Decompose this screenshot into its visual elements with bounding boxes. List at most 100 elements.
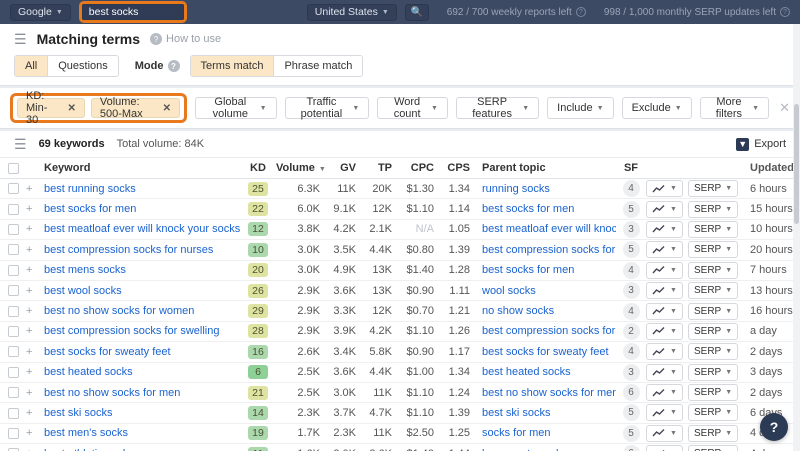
serp-dropdown-button[interactable]: SERP▼ xyxy=(688,200,739,218)
add-to-list-icon[interactable]: + xyxy=(26,223,44,235)
column-header-parent-topic[interactable]: Parent topic xyxy=(470,162,616,174)
trend-chart-button[interactable]: ▼ xyxy=(646,343,683,361)
add-to-list-icon[interactable]: + xyxy=(26,366,44,378)
tab-terms-match[interactable]: Terms match xyxy=(190,56,275,76)
country-dropdown[interactable]: United States ▼ xyxy=(306,3,397,21)
add-to-list-icon[interactable]: + xyxy=(26,305,44,317)
keyword-link[interactable]: best meatloaf ever will knock your socks… xyxy=(44,223,240,235)
parent-topic-link[interactable]: best compression socks for swelling xyxy=(470,325,616,337)
trend-chart-button[interactable]: ▼ xyxy=(646,404,683,422)
serp-dropdown-button[interactable]: SERP▼ xyxy=(688,404,739,422)
add-to-list-icon[interactable]: + xyxy=(26,346,44,358)
trend-chart-button[interactable]: ▼ xyxy=(646,302,683,320)
column-header-tp[interactable]: TP xyxy=(356,162,392,174)
keyword-search-input[interactable] xyxy=(81,4,184,20)
keyword-link[interactable]: best running socks xyxy=(44,183,240,195)
trend-chart-button[interactable]: ▼ xyxy=(646,261,683,279)
trend-chart-button[interactable]: ▼ xyxy=(646,220,683,238)
column-header-keyword[interactable]: Keyword xyxy=(44,162,240,174)
column-header-gv[interactable]: GV xyxy=(320,162,356,174)
trend-chart-button[interactable]: ▼ xyxy=(646,384,683,402)
add-to-list-icon[interactable]: + xyxy=(26,387,44,399)
row-checkbox[interactable] xyxy=(8,387,19,399)
help-button[interactable]: ? xyxy=(760,413,788,441)
tab-phrase-match[interactable]: Phrase match xyxy=(274,56,363,76)
serp-dropdown-button[interactable]: SERP▼ xyxy=(688,220,739,238)
keyword-link[interactable]: best socks for men xyxy=(44,203,240,215)
serp-dropdown-button[interactable]: SERP▼ xyxy=(688,261,739,279)
filter-exclude[interactable]: Exclude ▼ xyxy=(621,97,692,119)
keyword-link[interactable]: best wool socks xyxy=(44,285,240,297)
parent-topic-link[interactable]: best compression socks for nurses xyxy=(470,244,616,256)
how-to-use-link[interactable]: ? How to use xyxy=(150,33,221,45)
parent-topic-link[interactable]: best socks for men xyxy=(470,264,616,276)
keyword-link[interactable]: best no show socks for men xyxy=(44,387,240,399)
search-engine-dropdown[interactable]: Google ▼ xyxy=(10,3,71,21)
filter-include[interactable]: Include ▼ xyxy=(547,97,614,119)
serp-dropdown-button[interactable]: SERP▼ xyxy=(688,384,739,402)
parent-topic-link[interactable]: best socks for sweaty feet xyxy=(470,346,616,358)
parent-topic-link[interactable]: running socks xyxy=(470,183,616,195)
parent-topic-link[interactable]: best heated socks xyxy=(470,366,616,378)
serp-dropdown-button[interactable]: SERP▼ xyxy=(688,282,739,300)
trend-chart-button[interactable]: ▼ xyxy=(646,180,683,198)
trend-chart-button[interactable]: ▼ xyxy=(646,424,683,442)
trend-chart-button[interactable]: ▼ xyxy=(646,200,683,218)
add-to-list-icon[interactable]: + xyxy=(26,264,44,276)
column-header-kd[interactable]: KD xyxy=(240,162,276,174)
trend-chart-button[interactable]: ▼ xyxy=(646,282,683,300)
row-checkbox[interactable] xyxy=(8,326,19,338)
scrollbar-thumb[interactable] xyxy=(794,104,799,224)
add-to-list-icon[interactable]: + xyxy=(26,407,44,419)
keyword-link[interactable]: best socks for sweaty feet xyxy=(44,346,240,358)
add-to-list-icon[interactable]: + xyxy=(26,285,44,297)
row-checkbox[interactable] xyxy=(8,285,19,297)
column-header-volume[interactable]: Volume ▼ xyxy=(276,162,326,174)
filter-chip-kd[interactable]: KD: Min-30 ✕ xyxy=(17,90,85,126)
row-checkbox[interactable] xyxy=(8,264,19,276)
list-options-icon[interactable]: ☰ xyxy=(14,137,27,151)
parent-topic-link[interactable]: best meatloaf ever will knock your socks… xyxy=(470,223,616,235)
serp-dropdown-button[interactable]: SERP▼ xyxy=(688,343,739,361)
row-checkbox[interactable] xyxy=(8,305,19,317)
clear-filters-icon[interactable]: ✕ xyxy=(779,100,790,116)
trend-chart-button[interactable]: ▼ xyxy=(646,322,683,340)
reports-menu-icon[interactable]: ☰ xyxy=(14,32,27,46)
column-header-cpc[interactable]: CPC xyxy=(392,162,434,174)
serp-dropdown-button[interactable]: SERP▼ xyxy=(688,302,739,320)
row-checkbox[interactable] xyxy=(8,427,19,439)
keyword-link[interactable]: best men's socks xyxy=(44,427,240,439)
serp-dropdown-button[interactable]: SERP▼ xyxy=(688,241,739,259)
tab-questions[interactable]: Questions xyxy=(48,56,118,76)
column-header-sf[interactable]: SF xyxy=(616,162,646,174)
serp-dropdown-button[interactable]: SERP▼ xyxy=(688,363,739,381)
export-button[interactable]: ▼ Export xyxy=(736,137,786,151)
select-all-checkbox[interactable] xyxy=(8,162,19,174)
filter-global-volume[interactable]: Global volume ▼ xyxy=(195,96,277,120)
trend-chart-button[interactable]: ▼ xyxy=(646,363,683,381)
serp-dropdown-button[interactable]: SERP▼ xyxy=(688,180,739,198)
row-checkbox[interactable] xyxy=(8,407,19,419)
serp-dropdown-button[interactable]: SERP▼ xyxy=(688,424,739,442)
parent-topic-link[interactable]: no show socks xyxy=(470,305,616,317)
add-to-list-icon[interactable]: + xyxy=(26,325,44,337)
filter-chip-volume[interactable]: Volume: 500-Max ✕ xyxy=(90,96,181,120)
keyword-link[interactable]: best no show socks for women xyxy=(44,305,240,317)
keyword-link[interactable]: best mens socks xyxy=(44,264,240,276)
keyword-link[interactable]: best heated socks xyxy=(44,366,240,378)
remove-filter-icon[interactable]: ✕ xyxy=(163,103,171,114)
parent-topic-link[interactable]: socks for men xyxy=(470,427,616,439)
parent-topic-link[interactable]: wool socks xyxy=(470,285,616,297)
tab-all[interactable]: All xyxy=(15,56,49,76)
keyword-link[interactable]: best compression socks for swelling xyxy=(44,325,240,337)
filter-more-filters[interactable]: More filters ▼ xyxy=(699,96,770,120)
trend-chart-button[interactable]: ▼ xyxy=(646,445,683,451)
add-to-list-icon[interactable]: + xyxy=(26,427,44,439)
row-checkbox[interactable] xyxy=(8,366,19,378)
parent-topic-link[interactable]: best no show socks for men xyxy=(470,387,616,399)
row-checkbox[interactable] xyxy=(8,183,19,195)
add-to-list-icon[interactable]: + xyxy=(26,203,44,215)
keyword-link[interactable]: best ski socks xyxy=(44,407,240,419)
filter-word-count[interactable]: Word count ▼ xyxy=(377,96,448,120)
add-to-list-icon[interactable]: + xyxy=(26,244,44,256)
